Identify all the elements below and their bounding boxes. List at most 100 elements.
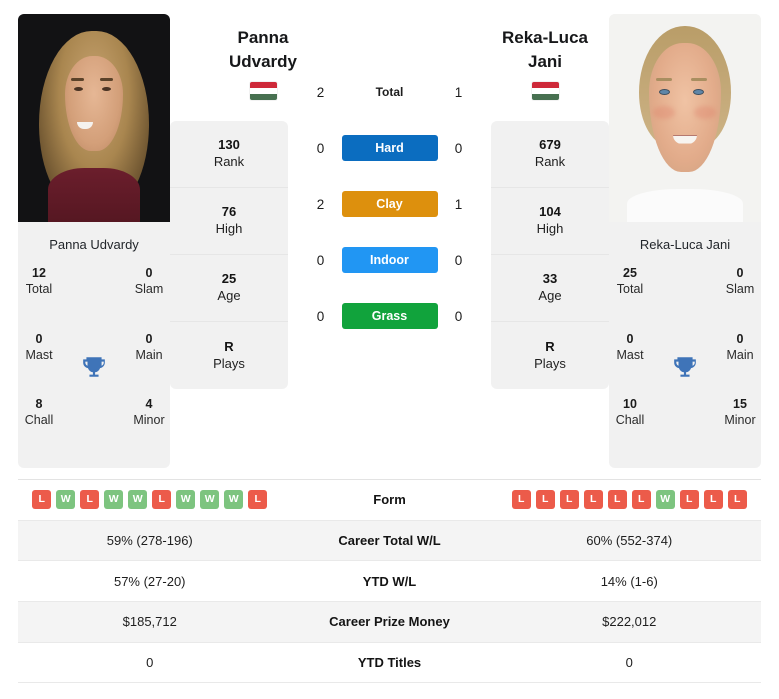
- table-row-label: Form: [373, 492, 406, 508]
- stat-label: Plays: [213, 355, 245, 371]
- comparison-table: L W L W W L W W W L Form L L L L L L W L L L 59% (278-196) Car…: [18, 479, 761, 684]
- hungary-flag-icon-left: [249, 82, 277, 101]
- form-badge-loss[interactable]: L: [248, 490, 268, 510]
- player-left-title-slam: 0 Slam: [94, 265, 170, 331]
- form-badge-loss[interactable]: L: [559, 490, 579, 510]
- table-cell-left: 0: [146, 655, 154, 671]
- surface-button-hard[interactable]: Hard: [341, 135, 438, 161]
- form-badge-loss[interactable]: L: [727, 490, 747, 510]
- stat-label: High: [215, 221, 243, 236]
- stat-value: 25: [221, 271, 237, 287]
- player-right-stat-age: 33 Age: [491, 255, 609, 322]
- form-badge-loss[interactable]: L: [80, 490, 100, 510]
- title-value: 25: [623, 266, 637, 280]
- player-left-title-minor: 4 Minor: [94, 396, 170, 462]
- h2h-left-score-clay: 2: [316, 196, 325, 212]
- h2h-right-score-grass: 0: [454, 308, 463, 324]
- player-right-stats-column: 679 Rank 104 High 33 Age R Plays: [491, 121, 609, 389]
- player-right-title-slam: 0 Slam: [685, 265, 761, 331]
- stat-label: Rank: [534, 154, 566, 169]
- form-badge-win[interactable]: W: [655, 490, 675, 510]
- h2h-row-hard: 0 Hard 0: [288, 120, 491, 176]
- player-right-photo: [609, 14, 761, 222]
- surface-button-indoor[interactable]: Indoor: [341, 247, 438, 273]
- table-cell-left: $185,712: [122, 614, 177, 630]
- form-badge-win[interactable]: W: [200, 490, 220, 510]
- table-cell-right: 14% (1-6): [600, 573, 658, 589]
- player-right-last-name: Jani: [527, 52, 563, 72]
- title-value: 4: [145, 397, 153, 412]
- title-label: Slam: [134, 282, 164, 296]
- form-badge-loss[interactable]: L: [607, 490, 627, 510]
- title-value: 8: [35, 397, 43, 412]
- form-badge-win[interactable]: W: [128, 490, 148, 510]
- player-right-card[interactable]: Reka-Luca Jani 25 Total 0 Slam 0 Mast 0 Main 10 C…: [609, 14, 761, 468]
- table-cell-right: 60% (552-374): [586, 533, 673, 549]
- title-label: Minor: [133, 413, 165, 428]
- title-label: Main: [135, 347, 163, 362]
- player-left-name-header: Panna Udvardy: [188, 26, 338, 101]
- player-right-title-total: 25 Total: [609, 265, 685, 331]
- form-badge-loss[interactable]: L: [511, 490, 531, 510]
- h2h-row-clay: 2 Clay 1: [288, 176, 491, 232]
- player-right-full-name: Reka-Luca Jani: [639, 237, 731, 252]
- table-cell-left: 57% (27-20): [113, 573, 186, 589]
- surface-button-clay[interactable]: Clay: [341, 191, 438, 217]
- form-badge-win[interactable]: W: [224, 490, 244, 510]
- h2h-right-score-hard: 0: [454, 140, 463, 156]
- form-badge-loss[interactable]: L: [679, 490, 699, 510]
- h2h-right-score-indoor: 0: [454, 252, 463, 268]
- h2h-row-indoor: 0 Indoor 0: [288, 232, 491, 288]
- form-badge-win[interactable]: W: [176, 490, 196, 510]
- title-label: Minor: [724, 413, 756, 428]
- stat-label: High: [536, 221, 564, 236]
- table-row-label: Career Prize Money: [329, 614, 450, 630]
- stat-value: 76: [221, 204, 237, 220]
- stat-value: 130: [218, 137, 240, 153]
- form-badge-win[interactable]: W: [56, 490, 76, 510]
- stat-value: R: [224, 338, 234, 354]
- player-left-stat-plays: R Plays: [170, 322, 288, 389]
- title-label: Chall: [24, 413, 54, 428]
- form-badge-loss[interactable]: L: [32, 490, 52, 510]
- table-cell-left: 59% (278-196): [106, 533, 193, 549]
- h2h-right-score-clay: 1: [454, 196, 463, 212]
- form-badge-loss[interactable]: L: [535, 490, 555, 510]
- title-label: Mast: [616, 347, 644, 362]
- player-left-stat-high: 76 High: [170, 188, 288, 255]
- form-badges-right: LLLLLLWLLL: [498, 490, 762, 510]
- title-label: Chall: [615, 413, 645, 428]
- form-badge-loss[interactable]: L: [703, 490, 723, 510]
- player-right-name-header: Reka-Luca Jani: [470, 26, 620, 101]
- player-right-stat-high: 104 High: [491, 188, 609, 255]
- player-left-stat-age: 25 Age: [170, 255, 288, 322]
- player-right-title-minor: 15 Minor: [685, 396, 761, 462]
- table-row: 57% (27-20) YTD W/L 14% (1-6): [18, 561, 761, 603]
- title-label: Slam: [725, 282, 755, 296]
- title-value: 12: [32, 266, 46, 280]
- player-left-card[interactable]: Panna Udvardy 12 Total 0 Slam 0 Mast 0 Main 8 Cha…: [18, 14, 170, 468]
- player-left-last-name: Udvardy: [228, 52, 298, 72]
- title-value: 10: [623, 397, 637, 412]
- title-value: 0: [736, 331, 744, 346]
- player-left-photo: [18, 14, 170, 222]
- stat-value: 679: [539, 137, 561, 153]
- table-cell-right: LLLLLLWLLL: [498, 490, 762, 510]
- player-comparison-page: Panna Udvardy Reka-Luca Jani Panna Udvar…: [0, 0, 779, 699]
- form-badge-loss[interactable]: L: [152, 490, 172, 510]
- form-badge-loss[interactable]: L: [583, 490, 603, 510]
- player-left-first-name: Panna: [237, 28, 289, 47]
- stat-label: Age: [538, 288, 562, 303]
- table-row-label: YTD W/L: [362, 573, 417, 589]
- hungary-flag-icon-right: [531, 82, 559, 101]
- title-value: 0: [736, 266, 744, 280]
- surface-button-grass[interactable]: Grass: [341, 303, 438, 329]
- player-right-first-name: Reka-Luca: [502, 28, 588, 47]
- table-row: 0 YTD Titles 0: [18, 643, 761, 684]
- form-badge-win[interactable]: W: [104, 490, 124, 510]
- player-left-stats-column: 130 Rank 76 High 25 Age R Plays: [170, 121, 288, 389]
- table-row: L W L W W L W W W L Form L L L L L L W L L L: [18, 480, 761, 521]
- table-row: $185,712 Career Prize Money $222,012: [18, 602, 761, 643]
- h2h-left-score-indoor: 0: [316, 252, 325, 268]
- form-badge-loss[interactable]: L: [631, 490, 651, 510]
